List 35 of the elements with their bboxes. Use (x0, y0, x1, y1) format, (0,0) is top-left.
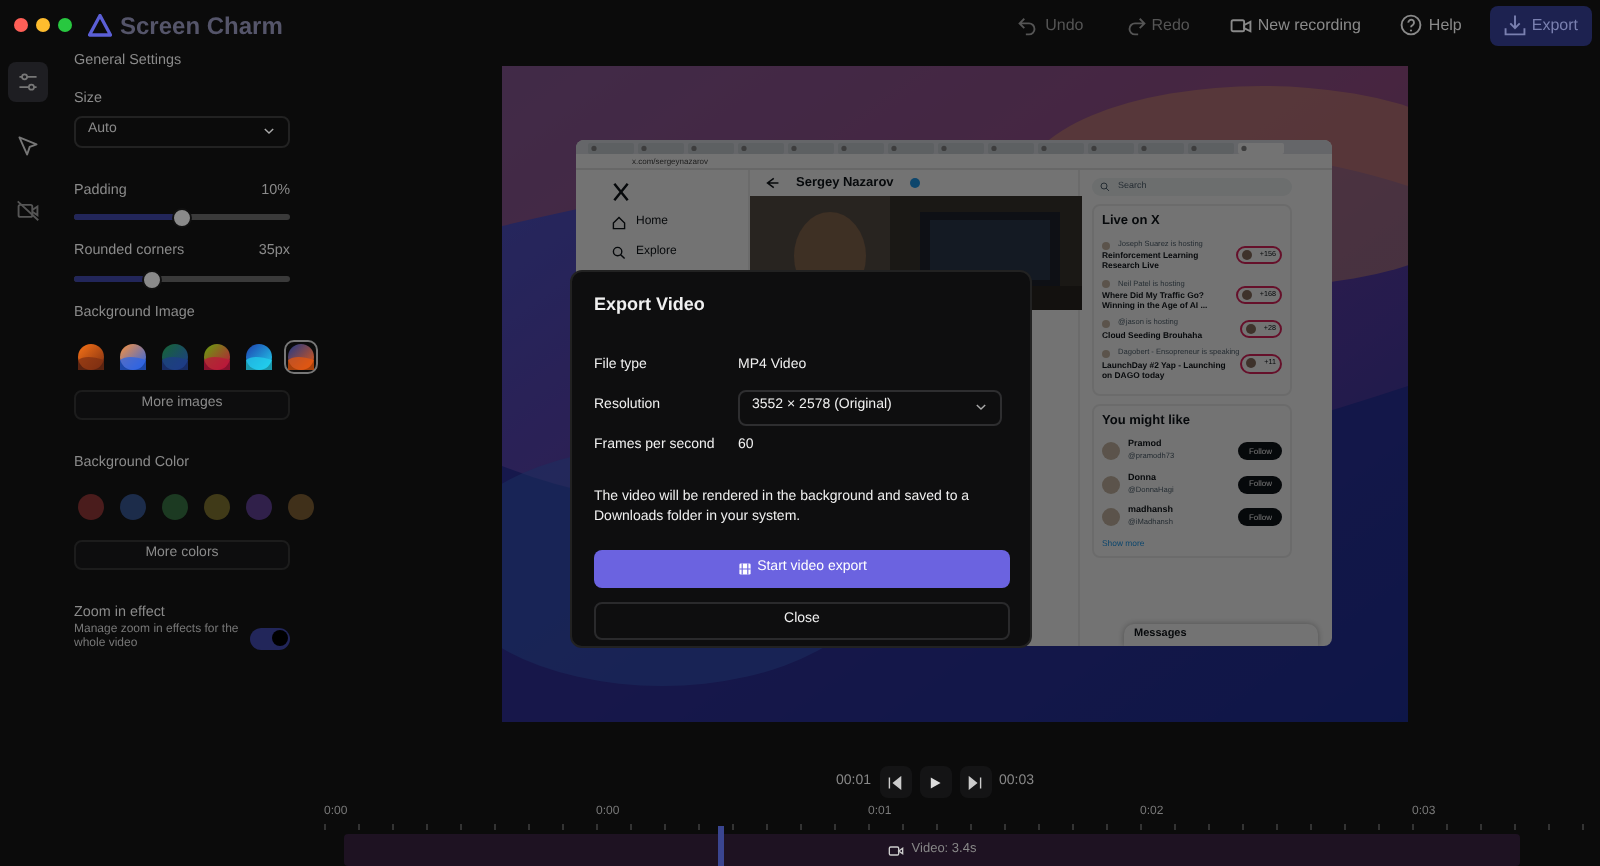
image-swatch[interactable] (74, 339, 108, 374)
play-button[interactable] (919, 766, 951, 798)
maximize-window-icon[interactable] (58, 18, 72, 32)
chevron-down-icon (262, 124, 276, 139)
video-camera-icon (887, 843, 904, 857)
toolbar-button[interactable]: Export (1489, 5, 1592, 45)
skip-forward-icon (968, 775, 982, 789)
skip-back-button[interactable] (879, 766, 911, 798)
minimize-window-icon[interactable] (36, 18, 50, 32)
sidebar-tab[interactable] (8, 62, 48, 102)
play-icon (928, 775, 942, 789)
slider-track[interactable] (74, 276, 290, 283)
camera-off-icon (16, 198, 40, 222)
sliders-icon (16, 70, 40, 94)
logo-icon (88, 13, 112, 37)
toggle-switch[interactable] (250, 627, 290, 650)
close-window-icon[interactable] (14, 18, 28, 32)
image-swatch[interactable] (242, 339, 276, 374)
video-camera-icon (1229, 14, 1252, 36)
image-swatch[interactable] (284, 339, 318, 374)
toolbar-button[interactable]: New recording (1217, 7, 1373, 43)
image-swatch[interactable] (158, 339, 192, 374)
app-title: Screen Charm (120, 9, 283, 43)
slider-thumb[interactable] (172, 207, 192, 228)
undo-icon (1017, 14, 1040, 36)
cursor-icon (16, 134, 40, 158)
image-swatch[interactable] (116, 339, 150, 374)
download-icon (1503, 14, 1526, 36)
image-swatch[interactable] (200, 339, 234, 374)
skip-forward-button[interactable] (959, 766, 991, 798)
redo-icon (1123, 14, 1146, 36)
skip-back-icon (888, 775, 902, 789)
slider-thumb[interactable] (141, 269, 162, 290)
help-icon (1400, 14, 1423, 36)
toolbar-button[interactable]: Help (1388, 7, 1474, 43)
